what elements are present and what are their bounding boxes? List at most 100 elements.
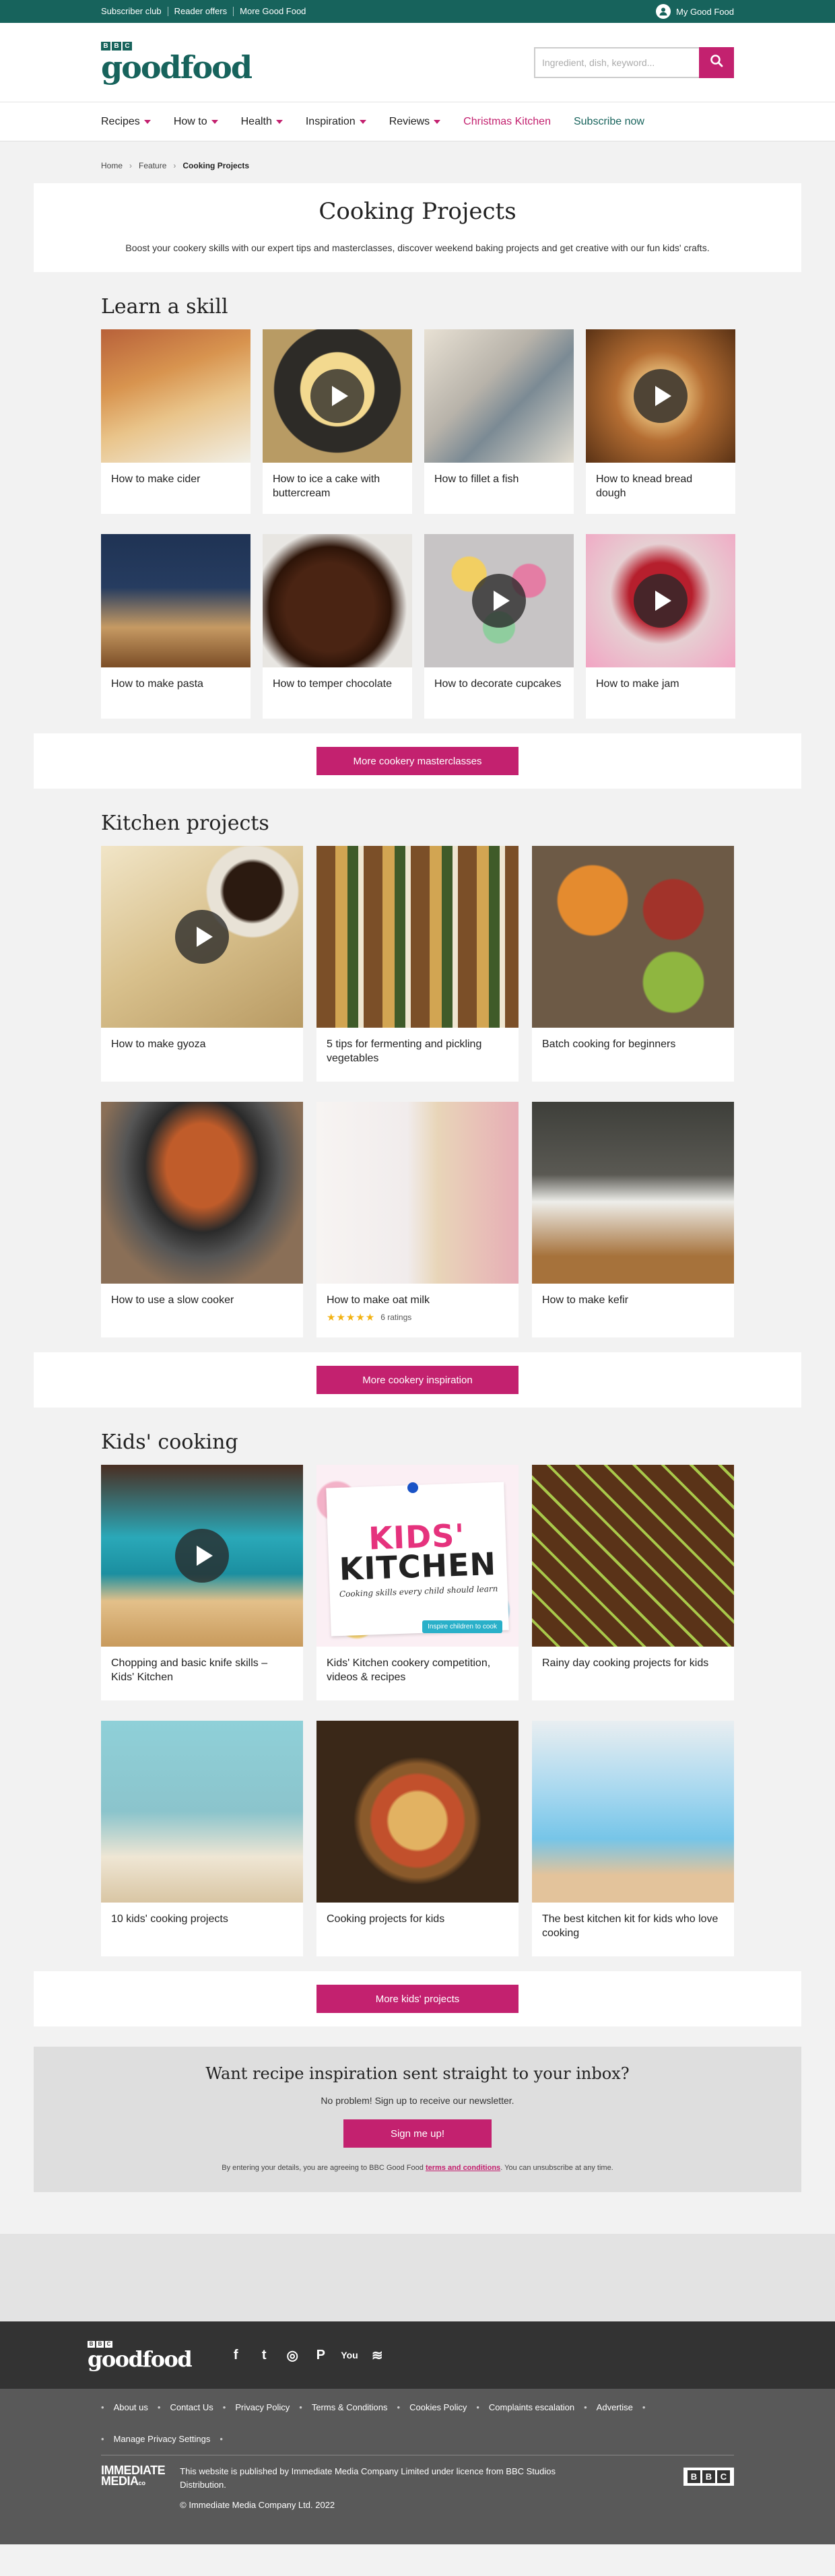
footer-link-manage-privacy[interactable]: Manage Privacy Settings (114, 2434, 211, 2444)
card-kitchen-kit[interactable]: The best kitchen kit for kids who love c… (532, 1721, 734, 1956)
card-ice-cake[interactable]: How to ice a cake with buttercream (263, 329, 412, 514)
utility-links: Subscriber club Reader offers More Good … (101, 7, 312, 16)
card-slow-cooker[interactable]: How to use a slow cooker (101, 1102, 303, 1337)
site-header: B B C goodfood Ingredient, dish, keyword… (0, 23, 835, 102)
card-kids-kitchen[interactable]: KIDS' KITCHEN Cooking skills every child … (316, 1465, 519, 1700)
footer-link-terms[interactable]: Terms & Conditions (312, 2402, 388, 2412)
card-title: How to decorate cupcakes (434, 678, 562, 690)
footer-link-advertise[interactable]: Advertise (597, 2402, 633, 2412)
nav-christmas-kitchen[interactable]: Christmas Kitchen (463, 116, 551, 128)
card-title: How to fillet a fish (434, 473, 519, 485)
footer-link-cookies[interactable]: Cookies Policy (409, 2402, 467, 2412)
chevron-right-icon: › (129, 161, 133, 170)
bullet-icon: • (157, 2402, 161, 2412)
card-title: Cooking projects for kids (327, 1913, 445, 1925)
subscriber-club-link[interactable]: Subscriber club (101, 7, 168, 16)
footer-link-contact[interactable]: Contact Us (170, 2402, 213, 2412)
publisher-block: IMMEDIATE MEDIAco This website is publis… (101, 2464, 597, 2512)
kids-more-bar: More kids' projects (34, 1971, 801, 2026)
card-kefir[interactable]: How to make kefir (532, 1102, 734, 1337)
section-title-kitchen: Kitchen projects (101, 812, 269, 835)
footer-link-complaints[interactable]: Complaints escalation (489, 2402, 574, 2412)
search-button[interactable] (699, 46, 734, 78)
nav-how-to[interactable]: How to (174, 116, 218, 128)
card-image (316, 1102, 519, 1284)
card-title: How to use a slow cooker (111, 1294, 234, 1306)
youtube-icon[interactable]: You (341, 2350, 358, 2360)
footer-logo[interactable]: B B C goodfood (88, 2340, 193, 2370)
card-image (263, 329, 412, 463)
card-rainy-day[interactable]: Rainy day cooking projects for kids (532, 1465, 734, 1700)
pinterest-icon[interactable]: P (312, 2348, 329, 2363)
publisher-statement: This website is published by Immediate M… (180, 2466, 556, 2490)
utility-bar: Subscriber club Reader offers More Good … (0, 0, 835, 23)
card-temper-chocolate[interactable]: How to temper chocolate (263, 534, 412, 719)
page-description: Boost your cookery skills with our exper… (125, 242, 710, 253)
chevron-down-icon (143, 119, 151, 124)
section-title-kids: Kids' cooking (101, 1430, 238, 1454)
more-inspiration-button[interactable]: More cookery inspiration (316, 1366, 519, 1394)
search-input[interactable]: Ingredient, dish, keyword... (534, 46, 699, 78)
card-image (101, 329, 250, 463)
card-title: Batch cooking for beginners (542, 1038, 676, 1050)
card-image: KIDS' KITCHEN Cooking skills every child … (316, 1465, 519, 1647)
more-good-food-link[interactable]: More Good Food (234, 7, 312, 16)
card-jam[interactable]: How to make jam (586, 534, 735, 719)
nav-health[interactable]: Health (241, 116, 283, 128)
card-cooking-projects-kids[interactable]: Cooking projects for kids (316, 1721, 519, 1956)
breadcrumb-home[interactable]: Home (101, 161, 123, 170)
card-gyoza[interactable]: How to make gyoza (101, 846, 303, 1082)
fine-text: . You can unsubscribe at any time. (500, 2164, 613, 2172)
card-title: How to make jam (596, 678, 679, 690)
card-title: How to make gyoza (111, 1038, 206, 1050)
reader-offers-link[interactable]: Reader offers (168, 7, 234, 16)
learn-more-bar: More cookery masterclasses (34, 733, 801, 789)
bullet-icon: • (101, 2434, 104, 2444)
nav-label: Reviews (389, 115, 430, 127)
nav-inspiration[interactable]: Inspiration (306, 116, 366, 128)
site-logo[interactable]: B B C goodfood (101, 42, 253, 83)
social-links: f t ◎ P You ≋ (228, 2347, 385, 2364)
card-image (532, 1465, 734, 1647)
intro-panel: Cooking Projects Boost your cookery skil… (34, 183, 801, 272)
terms-link[interactable]: terms and conditions (426, 2164, 500, 2172)
rss-icon[interactable]: ≋ (369, 2347, 385, 2364)
card-decorate-cupcakes[interactable]: How to decorate cupcakes (424, 534, 574, 719)
card-batch-cooking[interactable]: Batch cooking for beginners (532, 846, 734, 1082)
card-oat-milk[interactable]: How to make oat milk ★★★★★ 6 ratings (316, 1102, 519, 1337)
sign-me-up-button[interactable]: Sign me up! (343, 2119, 492, 2148)
card-title: Kids' Kitchen cookery competition, video… (327, 1657, 491, 1683)
twitter-icon[interactable]: t (256, 2348, 272, 2363)
rating: ★★★★★ 6 ratings (316, 1307, 519, 1323)
card-image (101, 534, 250, 667)
nav-recipes[interactable]: Recipes (101, 116, 151, 128)
publisher-text: This website is published by Immediate M… (180, 2465, 597, 2512)
card-10-kids-projects[interactable]: 10 kids' cooking projects (101, 1721, 303, 1956)
footer-link-privacy[interactable]: Privacy Policy (235, 2402, 290, 2412)
card-title: Rainy day cooking projects for kids (542, 1657, 709, 1669)
my-good-food-link[interactable]: My Good Food (656, 4, 734, 19)
card-cider[interactable]: How to make cider (101, 329, 250, 514)
breadcrumb-feature[interactable]: Feature (139, 161, 166, 170)
card-fermenting[interactable]: 5 tips for fermenting and pickling veget… (316, 846, 519, 1082)
facebook-icon[interactable]: f (228, 2348, 244, 2363)
newsletter-panel: Want recipe inspiration sent straight to… (34, 2047, 801, 2192)
nav-subscribe[interactable]: Subscribe now (574, 116, 644, 128)
more-kids-projects-button[interactable]: More kids' projects (316, 1985, 519, 2013)
card-image (316, 1721, 519, 1903)
card-knife-skills[interactable]: Chopping and basic knife skills – Kids' … (101, 1465, 303, 1700)
kids-grid-row2: 10 kids' cooking projects Cooking projec… (34, 1721, 801, 1956)
card-title: How to make pasta (111, 678, 203, 690)
card-fillet-fish[interactable]: How to fillet a fish (424, 329, 574, 514)
more-masterclasses-button[interactable]: More cookery masterclasses (316, 747, 519, 775)
card-pasta[interactable]: How to make pasta (101, 534, 250, 719)
nav-label: How to (173, 115, 207, 127)
card-image (532, 1721, 734, 1903)
instagram-icon[interactable]: ◎ (284, 2347, 300, 2364)
nav-reviews[interactable]: Reviews (389, 115, 441, 128)
chevron-down-icon (359, 119, 366, 124)
card-knead-dough[interactable]: How to knead bread dough (586, 329, 735, 514)
kitchen-more-bar: More cookery inspiration (34, 1352, 801, 1408)
page-title: Cooking Projects (319, 198, 516, 225)
footer-link-about[interactable]: About us (114, 2402, 148, 2412)
